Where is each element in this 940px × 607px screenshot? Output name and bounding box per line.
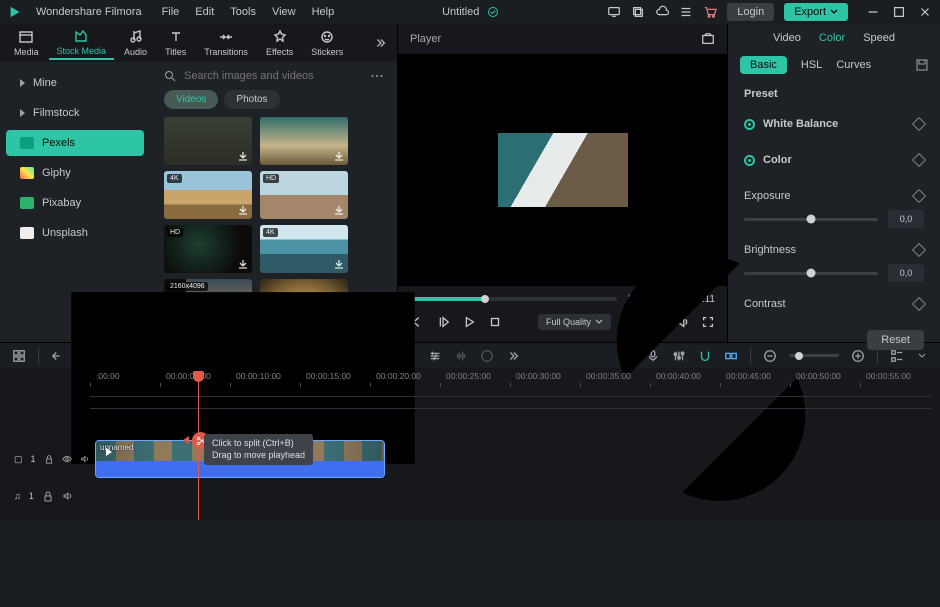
menu-help[interactable]: Help xyxy=(312,6,335,18)
color-sub-basic[interactable]: Basic xyxy=(740,56,787,74)
copy-icon[interactable] xyxy=(631,5,645,19)
window-close-icon[interactable] xyxy=(918,5,932,19)
search-input[interactable] xyxy=(184,70,363,82)
preset-section: Preset xyxy=(728,82,940,106)
tab-stock-media[interactable]: Stock Media xyxy=(49,26,115,60)
video-track: ▢ 1 unnamed xyxy=(0,440,932,478)
eye-icon[interactable] xyxy=(62,453,72,465)
source-mine[interactable]: Mine xyxy=(6,70,144,96)
export-button[interactable]: Export xyxy=(784,3,848,21)
sync-ok-icon xyxy=(487,6,499,18)
tab-titles[interactable]: Titles xyxy=(157,27,194,59)
inspector-tab-color[interactable]: Color xyxy=(819,32,845,44)
audio-track-icon: ♫ xyxy=(14,491,21,501)
titlebar: Wondershare Filmora File Edit Tools View… xyxy=(0,0,940,24)
tab-effects[interactable]: Effects xyxy=(258,27,301,59)
menu-file[interactable]: File xyxy=(162,6,180,18)
mute-icon[interactable] xyxy=(80,453,90,465)
playhead-handle-icon[interactable] xyxy=(193,371,204,382)
clip[interactable]: unnamed xyxy=(95,440,385,478)
search-icon xyxy=(164,70,176,82)
cart-icon[interactable] xyxy=(703,5,717,19)
keyframe-icon[interactable] xyxy=(912,117,926,131)
white-balance-toggle[interactable]: White Balance xyxy=(744,112,924,136)
chevron-down-icon xyxy=(830,8,838,16)
menu-view[interactable]: View xyxy=(272,6,296,18)
subtab-videos[interactable]: Videos xyxy=(164,90,218,109)
list-icon[interactable] xyxy=(679,5,693,19)
tab-audio[interactable]: Audio xyxy=(116,27,155,59)
subtab-photos[interactable]: Photos xyxy=(224,90,279,109)
inspector-tab-video[interactable]: Video xyxy=(773,32,801,44)
lock-icon[interactable] xyxy=(44,453,54,465)
video-track-icon: ▢ xyxy=(14,454,23,465)
video-lane[interactable]: unnamed xyxy=(90,440,932,478)
video-track-number: 1 xyxy=(31,454,36,464)
mute-icon[interactable] xyxy=(62,490,74,502)
save-preset-icon[interactable] xyxy=(916,59,928,71)
audio-track: ♫ 1 xyxy=(0,486,932,506)
login-button[interactable]: Login xyxy=(727,3,774,21)
timeline: :00:00 00:00:05:00 00:00:10:00 00:00:15:… xyxy=(0,368,940,520)
app-menus: File Edit Tools View Help xyxy=(162,6,335,18)
document-title: Untitled xyxy=(442,6,479,18)
source-filmstock[interactable]: Filmstock xyxy=(6,100,144,126)
tab-media[interactable]: Media xyxy=(6,27,47,59)
color-sub-curves[interactable]: Curves xyxy=(836,59,871,71)
app-logo-icon xyxy=(8,5,22,19)
media-tabs: Media Stock Media Audio Titles Transitio… xyxy=(0,24,397,62)
time-ruler[interactable]: :00:00 00:00:05:00 00:00:10:00 00:00:15:… xyxy=(90,371,932,387)
lock-icon[interactable] xyxy=(42,490,54,502)
playhead-flag-icon xyxy=(183,436,189,444)
audio-lane[interactable] xyxy=(90,486,932,506)
cloud-icon[interactable] xyxy=(655,5,669,19)
app-brand: Wondershare Filmora xyxy=(36,6,142,18)
snapshot-settings-icon[interactable] xyxy=(701,32,715,46)
tabs-overflow-icon[interactable] xyxy=(369,32,391,54)
player-title: Player xyxy=(410,33,441,45)
window-max-icon[interactable] xyxy=(892,5,906,19)
menu-tools[interactable]: Tools xyxy=(230,6,256,18)
menu-edit[interactable]: Edit xyxy=(195,6,214,18)
desktop-icon[interactable] xyxy=(607,5,621,19)
split-handle-icon[interactable] xyxy=(192,432,209,449)
tab-transitions[interactable]: Transitions xyxy=(196,27,256,59)
tab-stickers[interactable]: Stickers xyxy=(303,27,351,59)
search-more-icon[interactable] xyxy=(371,70,383,82)
window-min-icon[interactable] xyxy=(866,5,880,19)
color-sub-hsl[interactable]: HSL xyxy=(801,59,822,71)
inspector-tab-speed[interactable]: Speed xyxy=(863,32,895,44)
audio-track-number: 1 xyxy=(29,491,34,501)
